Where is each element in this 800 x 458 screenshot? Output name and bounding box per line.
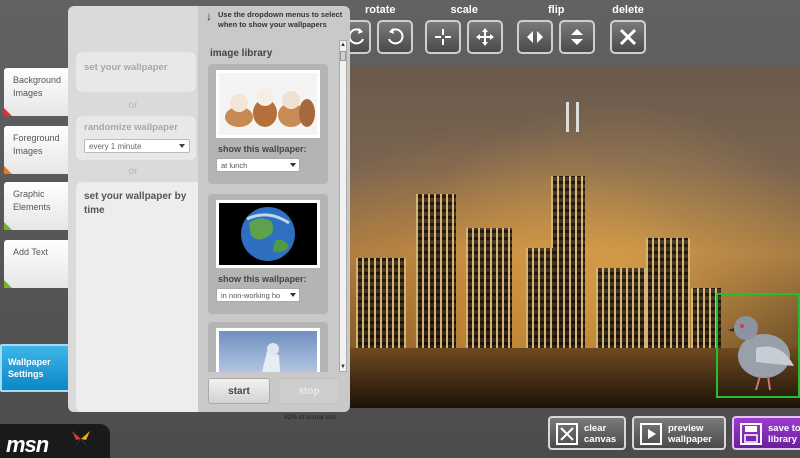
preview-label: preview wallpaper	[668, 423, 712, 445]
start-button[interactable]: start	[208, 378, 270, 404]
wallpaper-settings-panel: set your wallpaper or randomize wallpape…	[68, 6, 200, 412]
hint-text: Use the dropdown menus to select when to…	[218, 10, 343, 29]
by-time-label: set your wallpaper by time	[84, 191, 187, 216]
randomize-label: randomize wallpaper	[84, 122, 178, 133]
clear-label: clear canvas	[584, 423, 617, 445]
library-item[interactable]	[208, 322, 328, 372]
scale-group: scale	[424, 4, 504, 59]
set-wallpaper-label: set your wallpaper	[84, 62, 168, 73]
save-text: save to library	[768, 423, 800, 445]
rotate-right-button[interactable]	[377, 20, 414, 54]
scale-up-button[interactable]	[467, 20, 504, 54]
tab-label: Add Text	[13, 247, 48, 257]
flip-group: flip	[516, 4, 596, 59]
butterfly-icon	[72, 431, 90, 448]
wallpaper-canvas[interactable]	[346, 66, 800, 408]
interval-select[interactable]: every 1 minute	[84, 139, 190, 153]
flip-horizontal-icon	[527, 31, 543, 43]
rotate-label: rotate	[364, 4, 396, 16]
pigeon-icon	[728, 316, 794, 391]
clear-canvas-button[interactable]: clear canvas	[548, 416, 626, 450]
earth-icon	[241, 207, 295, 261]
or-separator: or	[128, 166, 138, 177]
delete-button[interactable]	[610, 20, 646, 54]
chevron-down-icon	[290, 163, 296, 167]
delete-label: delete	[612, 4, 644, 16]
dropdown-hint: ↓ Use the dropdown menus to select when …	[202, 10, 346, 38]
by-time-option[interactable]: set your wallpaper by time	[76, 182, 200, 412]
app-stage: rotate scale flip delete Background Imag…	[0, 0, 800, 458]
tab-graphic-elements[interactable]: Graphic Elements	[4, 182, 68, 230]
save-label: save to library	[768, 423, 800, 445]
interval-value: every 1 minute	[89, 142, 142, 151]
flip-vertical-button[interactable]	[559, 20, 596, 54]
rotate-left-icon	[348, 28, 364, 45]
flip-label: flip	[547, 4, 565, 16]
clear-icon	[556, 423, 578, 445]
scroll-down-icon[interactable]: ▼	[340, 363, 346, 371]
tab-label: Background Images	[13, 75, 62, 98]
when-value: in non-working ho	[221, 291, 281, 300]
stop-button[interactable]: stop	[278, 378, 340, 404]
antenna	[566, 102, 569, 132]
library-title: image library	[210, 48, 273, 59]
library-scrollbar[interactable]: ▲ ▼	[339, 40, 347, 372]
tab-add-text[interactable]: Add Text	[4, 240, 68, 288]
scale-label: scale	[450, 4, 478, 16]
scroll-thumb[interactable]	[340, 51, 346, 61]
statue-icon	[262, 343, 281, 372]
library-item[interactable]: show this wallpaper: at lunch	[208, 64, 328, 184]
when-select[interactable]: at lunch	[216, 158, 300, 172]
chevron-down-icon	[290, 293, 296, 297]
close-icon	[619, 28, 637, 46]
scroll-up-icon[interactable]: ▲	[340, 41, 346, 49]
thumbnail-statue	[216, 328, 320, 372]
library-list[interactable]: show this wallpaper: at lunch show this …	[202, 64, 340, 372]
puppies-icon	[225, 88, 315, 127]
set-wallpaper-option[interactable]: set your wallpaper	[76, 52, 196, 92]
library-item[interactable]: show this wallpaper: in non-working ho	[208, 194, 328, 314]
flip-vertical-icon	[571, 29, 584, 45]
zoom-level: 42% of actual size	[284, 414, 337, 421]
preview-icon	[640, 423, 662, 445]
delete-group: delete	[609, 4, 647, 59]
tab-background-images[interactable]: Background Images	[4, 68, 68, 116]
chevron-down-icon	[179, 144, 185, 148]
thumbnail-earth	[216, 200, 320, 268]
antenna	[576, 102, 579, 132]
shrink-icon	[435, 29, 451, 45]
tab-foreground-images[interactable]: Foreground Images	[4, 126, 68, 174]
or-separator: or	[128, 100, 138, 111]
tab-label: Graphic Elements	[13, 189, 51, 212]
tab-label: Foreground Images	[13, 133, 60, 156]
rotate-group: rotate	[346, 4, 414, 59]
tab-label: Wallpaper Settings	[8, 357, 51, 379]
when-select[interactable]: in non-working ho	[216, 288, 300, 302]
rotate-left-button[interactable]	[347, 20, 371, 54]
preview-wallpaper-button[interactable]: preview wallpaper	[632, 416, 726, 450]
arrow-down-icon: ↓	[206, 9, 212, 23]
logo-text: msn	[6, 432, 49, 457]
scale-down-button[interactable]	[425, 20, 461, 54]
show-label: show this wallpaper:	[218, 274, 307, 284]
tab-wallpaper-settings[interactable]: Wallpaper Settings	[0, 344, 74, 392]
enlarge-icon	[476, 28, 495, 46]
flip-horizontal-button[interactable]	[517, 20, 553, 54]
randomize-option[interactable]: randomize wallpaper every 1 minute	[76, 116, 196, 160]
image-library-panel: ↓ Use the dropdown menus to select when …	[198, 6, 350, 412]
save-to-library-button[interactable]: save to library	[732, 416, 800, 450]
save-icon	[740, 423, 762, 445]
show-label: show this wallpaper:	[218, 144, 307, 154]
rotate-right-icon	[388, 28, 404, 45]
msn-logo: msn	[0, 424, 110, 458]
thumbnail-puppies	[216, 70, 320, 138]
when-value: at lunch	[221, 161, 248, 170]
